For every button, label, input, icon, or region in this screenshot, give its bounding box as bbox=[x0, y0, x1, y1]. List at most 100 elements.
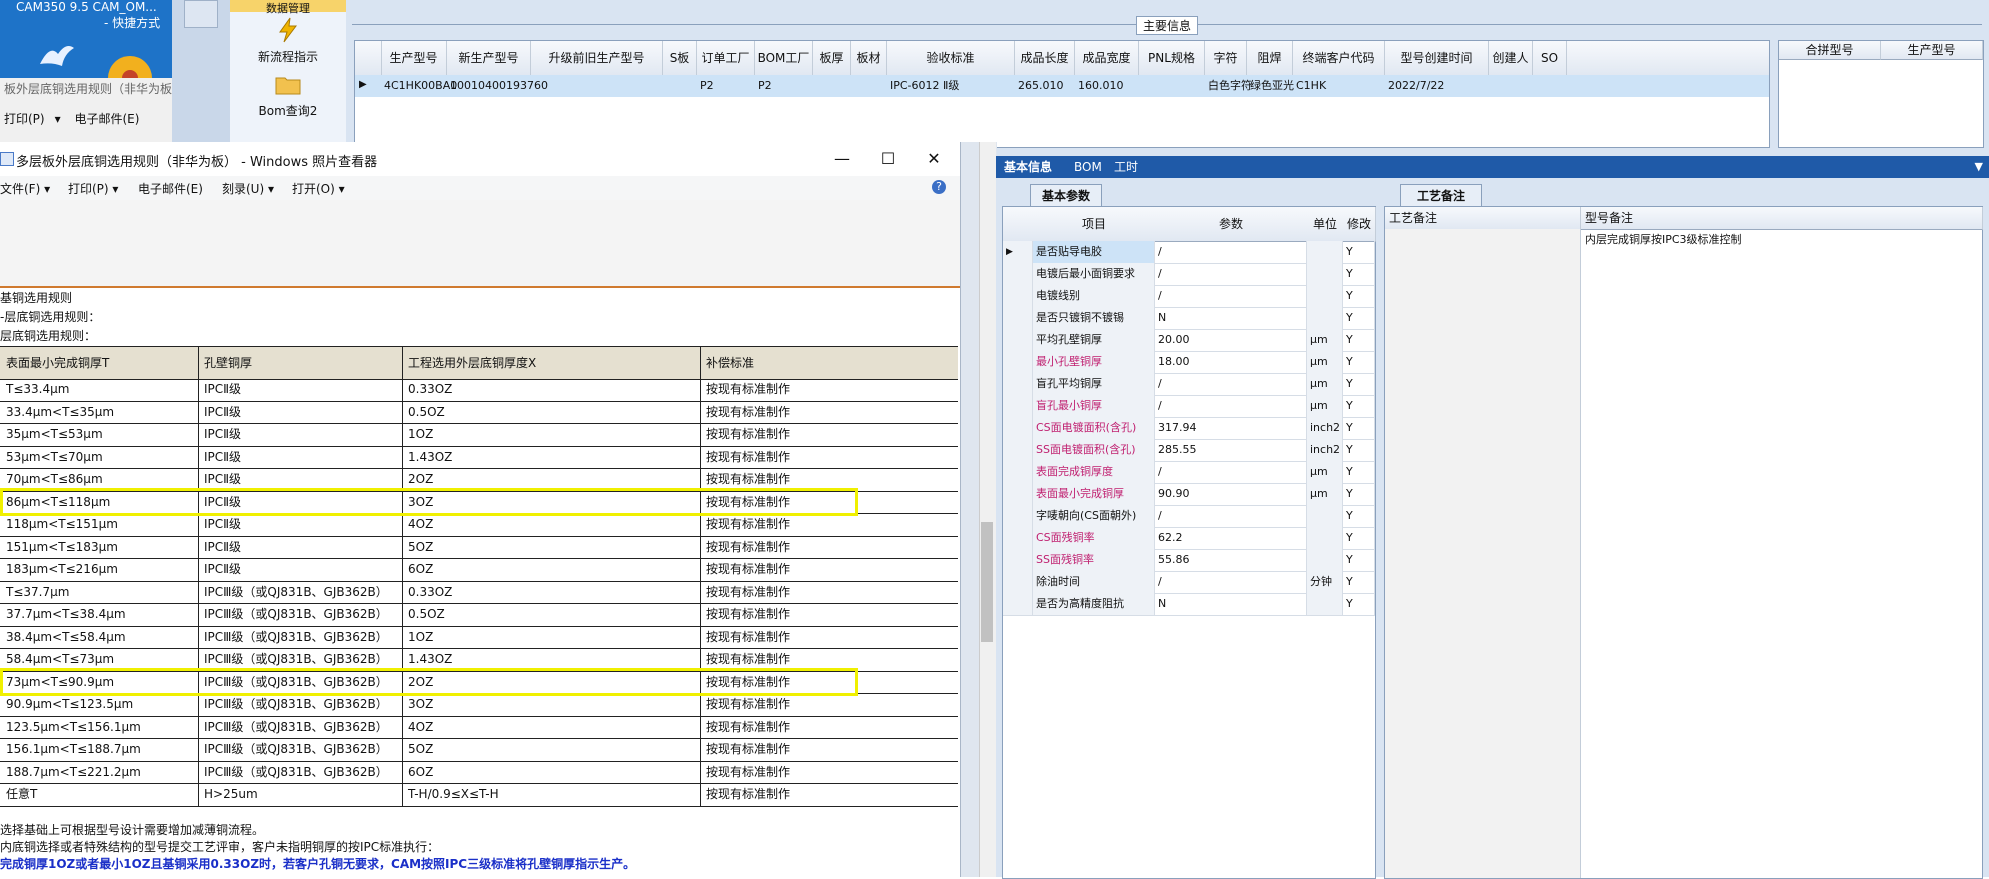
col-header[interactable]: S板 bbox=[663, 41, 697, 75]
model-note-text[interactable]: 内层完成铜厚按IPC3级标准控制 bbox=[1585, 231, 1742, 247]
col-item-header[interactable]: 项目 bbox=[1033, 207, 1156, 242]
param-modify[interactable]: Y bbox=[1343, 593, 1375, 615]
row-selector[interactable] bbox=[1003, 571, 1033, 593]
param-item[interactable]: SS面电镀面积(含孔) bbox=[1033, 439, 1155, 461]
param-unit[interactable]: inch2 bbox=[1307, 417, 1343, 439]
col-header[interactable]: 新生产型号 bbox=[447, 41, 531, 75]
row-selector[interactable] bbox=[1003, 461, 1033, 483]
param-row[interactable]: ▶ 是否贴导电胶 / Y bbox=[1003, 241, 1375, 264]
param-unit[interactable] bbox=[1307, 549, 1343, 571]
menu-email[interactable]: 电子邮件(E) bbox=[138, 180, 203, 197]
col-header[interactable]: 验收标准 bbox=[887, 41, 1015, 75]
grid-cell[interactable]: C1HK bbox=[1293, 75, 1384, 97]
param-modify[interactable]: Y bbox=[1343, 241, 1375, 263]
grid-cell[interactable] bbox=[1533, 75, 1566, 97]
param-modify[interactable]: Y bbox=[1343, 373, 1375, 395]
param-value[interactable]: 90.90 bbox=[1155, 483, 1307, 505]
param-modify[interactable]: Y bbox=[1343, 439, 1375, 461]
param-row[interactable]: 是否为高精度阻抗 N Y bbox=[1003, 593, 1375, 616]
flower-icon[interactable] bbox=[100, 42, 160, 100]
param-value[interactable]: 18.00 bbox=[1155, 351, 1307, 373]
row-selector[interactable]: ▶ bbox=[1003, 241, 1033, 263]
param-item[interactable]: 是否只镀铜不镀锡 bbox=[1033, 307, 1155, 329]
param-item[interactable]: 盲孔平均铜厚 bbox=[1033, 373, 1155, 395]
param-unit[interactable] bbox=[1307, 505, 1343, 527]
param-row[interactable]: 盲孔平均铜厚 / μm Y bbox=[1003, 373, 1375, 396]
param-unit[interactable] bbox=[1307, 307, 1343, 329]
merge-production-header[interactable]: 生产型号 bbox=[1881, 41, 1983, 60]
param-row[interactable]: 是否只镀铜不镀锡 N Y bbox=[1003, 307, 1375, 330]
param-unit[interactable]: μm bbox=[1307, 395, 1343, 417]
param-item[interactable]: 是否贴导电胶 bbox=[1033, 241, 1155, 263]
param-row[interactable]: 平均孔壁铜厚 20.00 μm Y bbox=[1003, 329, 1375, 352]
col-header[interactable]: 阻焊 bbox=[1247, 41, 1293, 75]
param-row[interactable]: 表面完成铜厚度 / μm Y bbox=[1003, 461, 1375, 484]
param-item[interactable]: SS面残铜率 bbox=[1033, 549, 1155, 571]
desktop-shortcut-label[interactable]: CAM350 9.5 CAM_OM... bbox=[16, 0, 157, 14]
row-selector[interactable] bbox=[1003, 527, 1033, 549]
help-icon[interactable]: ? bbox=[932, 180, 946, 194]
row-selector[interactable] bbox=[1003, 373, 1033, 395]
col-header[interactable]: 字符 bbox=[1205, 41, 1247, 75]
col-header[interactable]: 订单工厂 bbox=[697, 41, 755, 75]
param-modify[interactable]: Y bbox=[1343, 307, 1375, 329]
param-modify[interactable]: Y bbox=[1343, 329, 1375, 351]
param-value[interactable]: N bbox=[1155, 593, 1307, 615]
param-value[interactable]: N bbox=[1155, 307, 1307, 329]
param-item[interactable]: 是否为高精度阻抗 bbox=[1033, 593, 1155, 615]
row-selector[interactable] bbox=[1003, 439, 1033, 461]
basic-params-title[interactable]: 基本参数 bbox=[1030, 184, 1102, 207]
row-selector[interactable] bbox=[1003, 285, 1033, 307]
col-unit-header[interactable]: 单位 bbox=[1307, 207, 1344, 242]
param-unit[interactable] bbox=[1307, 241, 1343, 263]
grid-cell[interactable]: 白色字符 bbox=[1205, 75, 1252, 97]
param-value[interactable]: / bbox=[1155, 263, 1307, 285]
row-selector[interactable] bbox=[1003, 263, 1033, 285]
tab-worktime[interactable]: 工时 bbox=[1108, 158, 1144, 176]
menu-open[interactable]: 打开(O) ▾ bbox=[292, 180, 345, 197]
close-button[interactable]: ✕ bbox=[912, 142, 956, 176]
calculator-icon[interactable] bbox=[184, 0, 218, 28]
grid-cell[interactable]: P2 bbox=[755, 75, 812, 97]
desktop-shortcut-sublabel[interactable]: - 快捷方式 bbox=[104, 14, 160, 31]
param-unit[interactable]: μm bbox=[1307, 329, 1343, 351]
param-row[interactable]: 盲孔最小铜厚 / μm Y bbox=[1003, 395, 1375, 418]
background-print-menu[interactable]: 打印(P) bbox=[4, 112, 45, 126]
col-param-header[interactable]: 参数 bbox=[1155, 207, 1308, 242]
grid-cell[interactable]: 2022/7/22 bbox=[1385, 75, 1488, 97]
param-value[interactable]: / bbox=[1155, 395, 1307, 417]
param-modify[interactable]: Y bbox=[1343, 417, 1375, 439]
grid-cell[interactable] bbox=[851, 75, 886, 97]
param-modify[interactable]: Y bbox=[1343, 285, 1375, 307]
grid-cell[interactable]: 265.010 bbox=[1015, 75, 1074, 97]
folder-icon[interactable] bbox=[274, 70, 302, 98]
param-value[interactable]: / bbox=[1155, 571, 1307, 593]
param-modify[interactable]: Y bbox=[1343, 263, 1375, 285]
col-header[interactable]: 终端客户代码 bbox=[1293, 41, 1385, 75]
data-management-tab[interactable]: 数据管理 bbox=[230, 0, 346, 15]
col-header[interactable]: 成品宽度 bbox=[1075, 41, 1139, 75]
param-modify[interactable]: Y bbox=[1343, 527, 1375, 549]
param-value[interactable]: 285.55 bbox=[1155, 439, 1307, 461]
grid-cell[interactable]: 绿色亚光 bbox=[1247, 75, 1294, 97]
param-unit[interactable]: μm bbox=[1307, 351, 1343, 373]
param-value[interactable]: 317.94 bbox=[1155, 417, 1307, 439]
col-header[interactable]: 创建人 bbox=[1489, 41, 1533, 75]
param-item[interactable]: 最小孔壁铜厚 bbox=[1033, 351, 1155, 373]
grid-cell[interactable] bbox=[813, 75, 850, 97]
param-unit[interactable]: inch2 bbox=[1307, 439, 1343, 461]
menu-burn[interactable]: 刻录(U) ▾ bbox=[222, 180, 274, 197]
row-selector[interactable] bbox=[1003, 351, 1033, 373]
grid-cell[interactable]: P2 bbox=[697, 75, 754, 97]
param-item[interactable]: 字唛朝向(CS面朝外) bbox=[1033, 505, 1155, 527]
param-row[interactable]: SS面残铜率 55.86 Y bbox=[1003, 549, 1375, 572]
col-header[interactable]: 生产型号 bbox=[381, 41, 447, 75]
menu-file[interactable]: 文件(F) ▾ bbox=[0, 180, 50, 197]
param-row[interactable]: 表面最小完成铜厚 90.90 μm Y bbox=[1003, 483, 1375, 506]
col-header[interactable]: PNL规格 bbox=[1139, 41, 1205, 75]
param-row[interactable]: CS面残铜率 62.2 Y bbox=[1003, 527, 1375, 550]
row-selector[interactable] bbox=[1003, 593, 1033, 615]
param-value[interactable]: / bbox=[1155, 461, 1307, 483]
param-item[interactable]: 电镀线别 bbox=[1033, 285, 1155, 307]
model-note-header[interactable]: 型号备注 bbox=[1581, 207, 1983, 230]
